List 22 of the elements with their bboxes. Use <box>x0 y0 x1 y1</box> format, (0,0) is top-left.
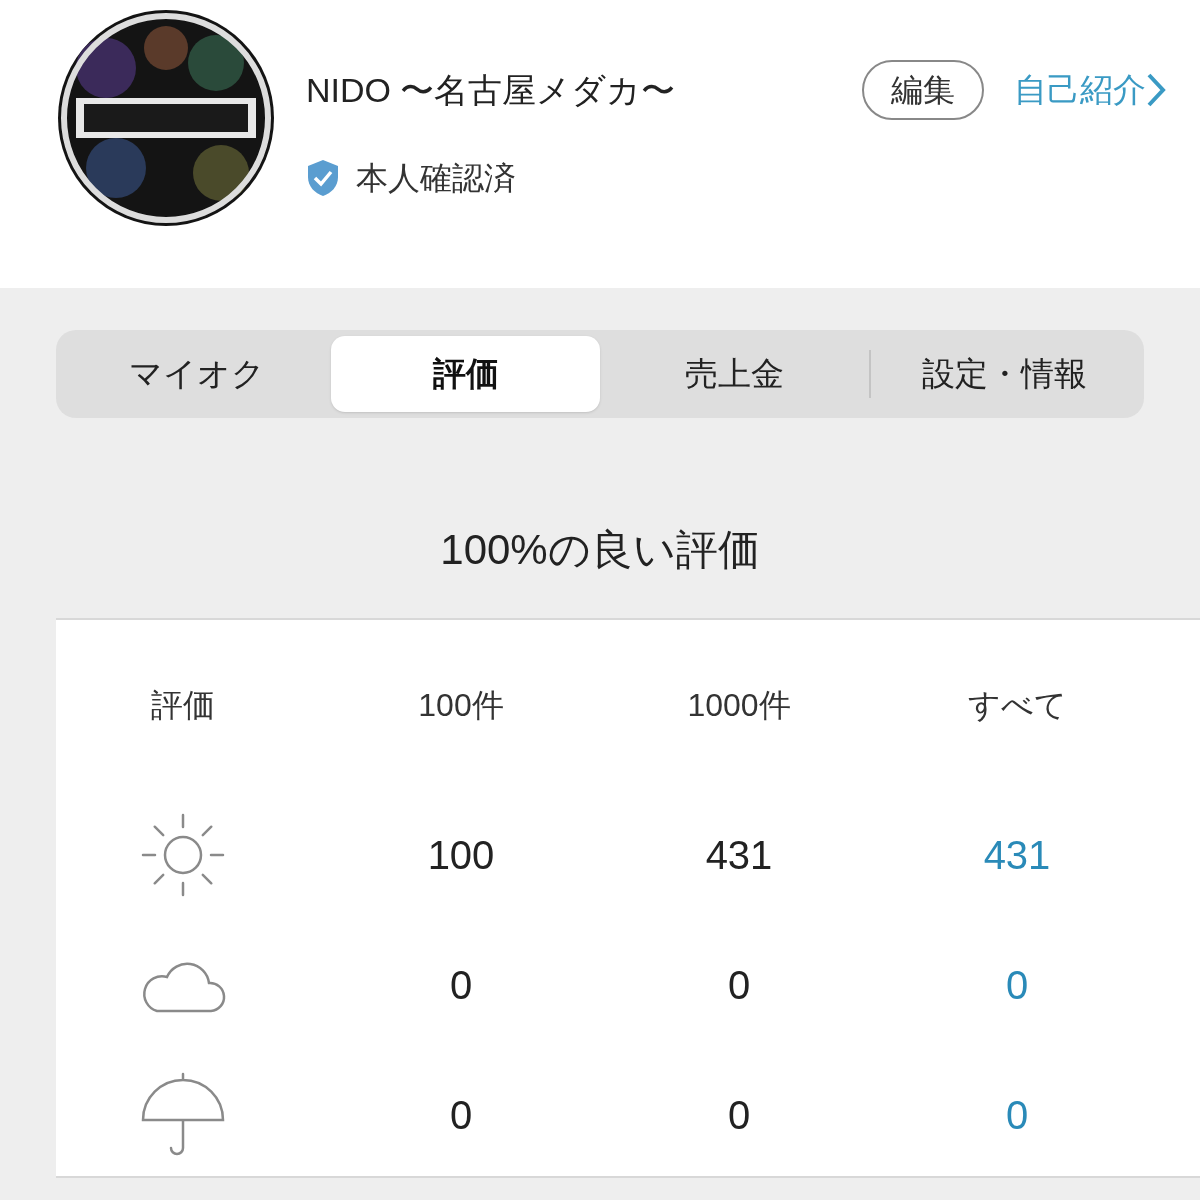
table-cell[interactable]: 431 <box>878 825 1156 885</box>
column-header: 評価 <box>150 686 216 725</box>
tab[interactable]: マイオク <box>62 336 331 412</box>
tab[interactable]: 売上金 <box>600 336 869 412</box>
table-cell-text: 431 <box>704 832 774 879</box>
column-header: 100件 <box>417 686 505 725</box>
column-header: 1000件 <box>686 686 792 725</box>
tab[interactable]: 設定・情報 <box>871 336 1138 412</box>
table-cell-text: 0 <box>726 962 752 1009</box>
table-cell-text: 0 <box>448 962 474 1009</box>
table-cell-text: 100 <box>426 832 496 879</box>
table-cell[interactable]: 0 <box>878 955 1156 1015</box>
table-cell-text: 0 <box>726 1092 752 1139</box>
table-cell-text: 0 <box>448 1092 474 1139</box>
chevron-right-icon <box>1146 72 1166 108</box>
rating-summary: 100%の良い評価 <box>440 524 760 575</box>
user-name: NIDO 〜名古屋メダカ〜 <box>306 73 676 107</box>
column-header: すべて <box>966 686 1068 725</box>
verified-label: 本人確認済 <box>356 159 516 198</box>
tab[interactable]: 評価 <box>331 336 600 412</box>
edit-button[interactable]: 編集 <box>862 60 984 120</box>
table-cell[interactable]: 0 <box>878 1085 1156 1145</box>
